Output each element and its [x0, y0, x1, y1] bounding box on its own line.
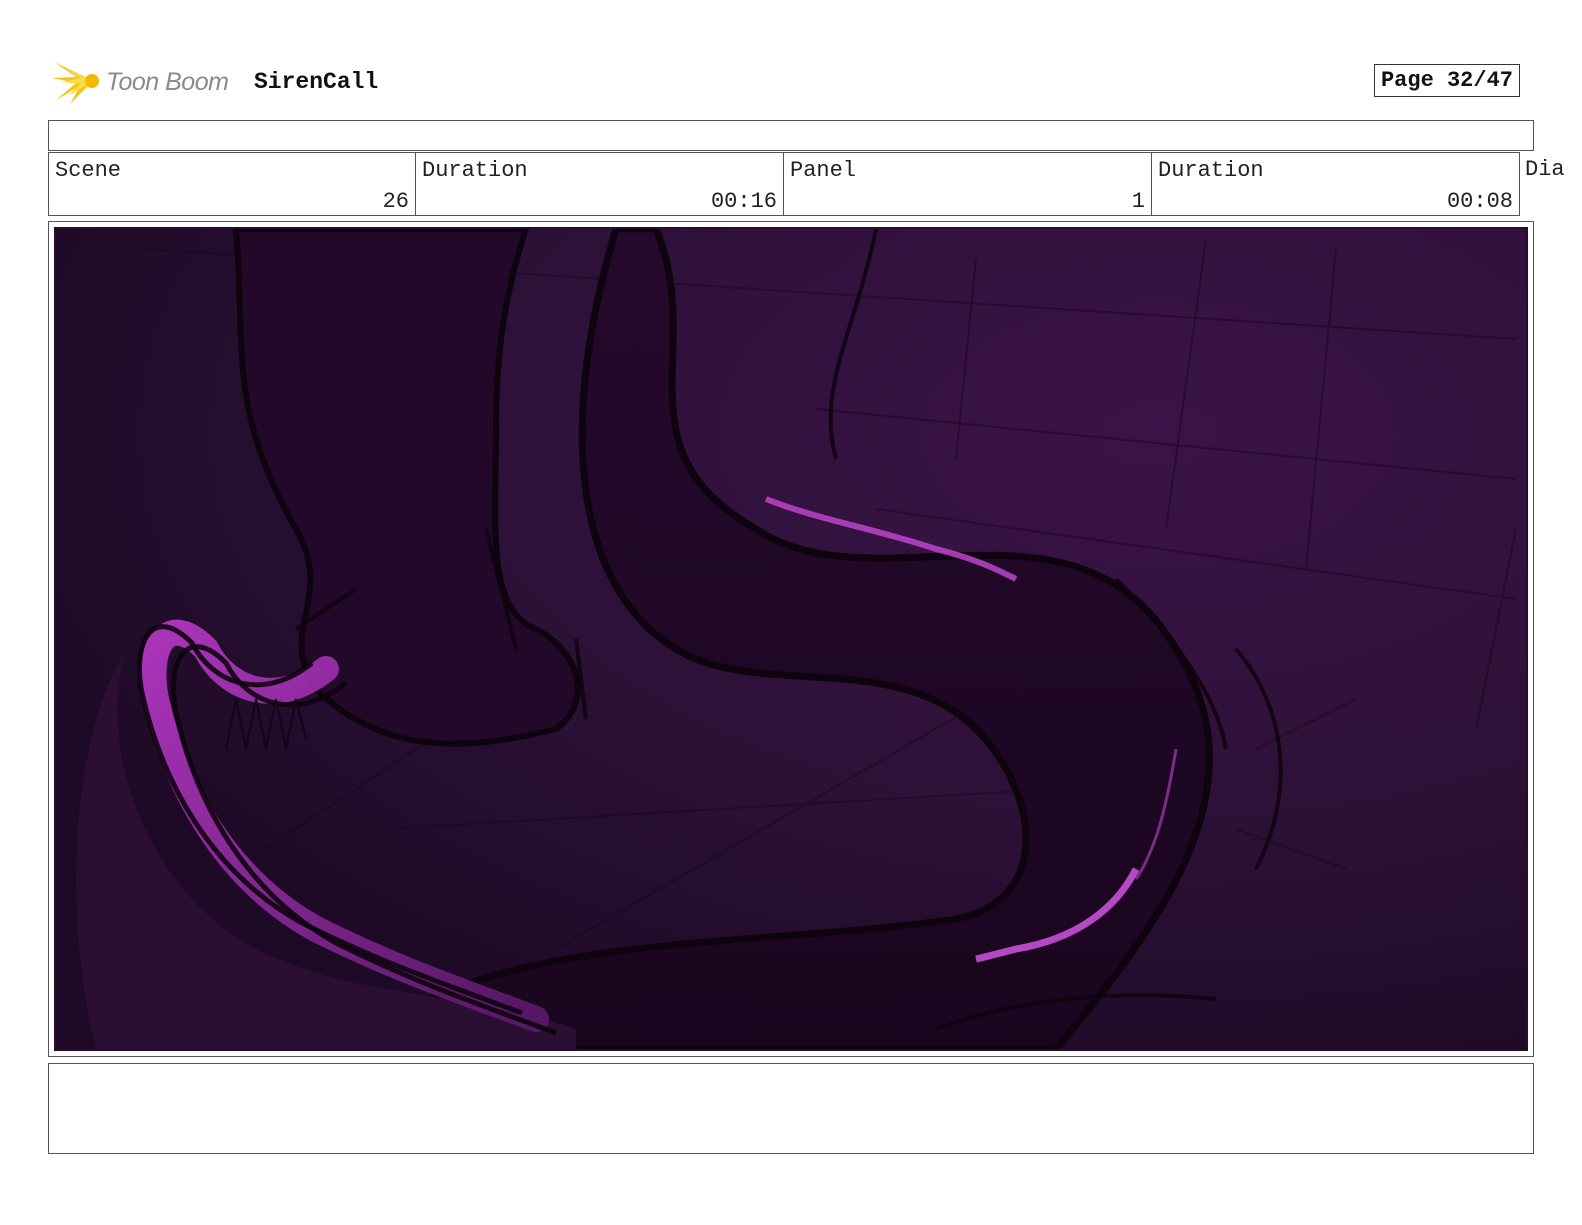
dialogue-label: Dia — [1525, 157, 1565, 182]
panel-cell: Panel 1 — [783, 152, 1152, 216]
storyboard-panel-image — [54, 227, 1528, 1051]
starburst-icon — [52, 62, 99, 104]
action-notes-box — [48, 1063, 1534, 1154]
storyboard-sketch-icon — [56, 229, 1526, 1049]
toon-boom-logo: Toon Boom — [50, 56, 240, 106]
sequence-title-bar — [48, 120, 1534, 151]
scene-duration-cell: Duration 00:16 — [415, 152, 784, 216]
scene-label: Scene — [55, 158, 122, 183]
page-header: Toon Boom SirenCall Page 32/47 — [48, 52, 1534, 112]
page-number: Page 32/47 — [1373, 64, 1520, 97]
scene-duration-label: Duration — [422, 158, 528, 183]
logo-text: Toon Boom — [106, 68, 229, 96]
scene-cell: Scene 26 — [48, 152, 416, 216]
scene-value: 26 — [382, 189, 409, 214]
panel-value: 1 — [1131, 189, 1145, 214]
project-title: SirenCall — [254, 69, 379, 95]
scene-duration-value: 00:16 — [710, 189, 777, 214]
panel-duration-cell: Duration 00:08 — [1151, 152, 1520, 216]
panel-frame — [48, 221, 1534, 1057]
panel-duration-value: 00:08 — [1446, 189, 1513, 214]
panel-duration-label: Duration — [1158, 158, 1264, 183]
dialogue-cell: Dia — [1519, 152, 1582, 216]
panel-label: Panel — [790, 158, 857, 183]
panel-info-row: Scene 26 Duration 00:16 Panel 1 Duration… — [48, 152, 1582, 216]
